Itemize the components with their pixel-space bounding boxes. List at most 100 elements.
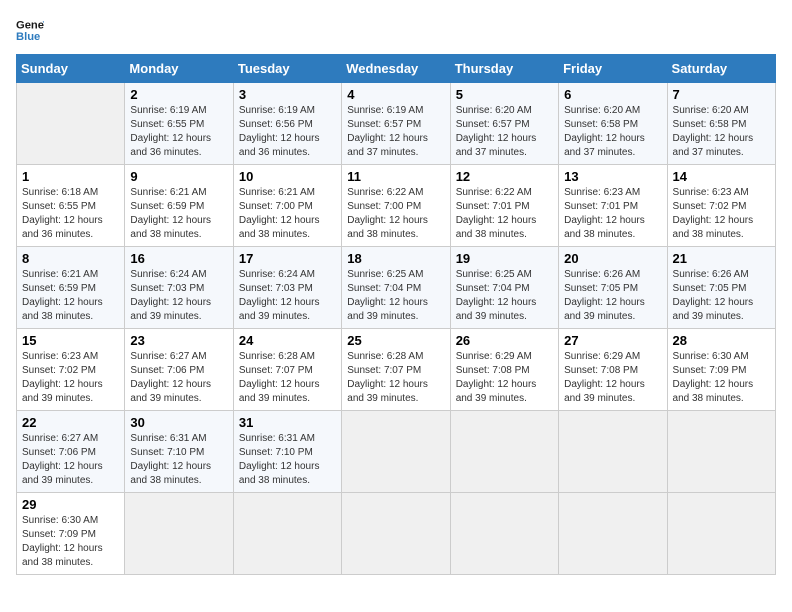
calendar-week-1: 2 Sunrise: 6:19 AM Sunset: 6:55 PM Dayli… bbox=[17, 83, 776, 165]
day-detail: Sunrise: 6:19 AM Sunset: 6:56 PM Dayligh… bbox=[239, 104, 336, 160]
day-number: 27 bbox=[564, 333, 661, 348]
calendar-cell-empty bbox=[342, 411, 450, 493]
calendar-cell-empty bbox=[667, 493, 775, 575]
day-detail: Sunrise: 6:19 AM Sunset: 6:57 PM Dayligh… bbox=[347, 104, 444, 160]
day-number: 22 bbox=[22, 415, 119, 430]
day-number: 15 bbox=[22, 333, 119, 348]
day-detail: Sunrise: 6:26 AM Sunset: 7:05 PM Dayligh… bbox=[564, 268, 661, 324]
logo-icon: General Blue bbox=[16, 16, 44, 44]
day-detail: Sunrise: 6:27 AM Sunset: 7:06 PM Dayligh… bbox=[22, 432, 119, 488]
day-number: 1 bbox=[22, 169, 119, 184]
day-detail: Sunrise: 6:21 AM Sunset: 7:00 PM Dayligh… bbox=[239, 186, 336, 242]
calendar-cell-day-6: 6 Sunrise: 6:20 AM Sunset: 6:58 PM Dayli… bbox=[559, 83, 667, 165]
calendar-cell-empty bbox=[342, 493, 450, 575]
calendar-cell-day-8: 8 Sunrise: 6:21 AM Sunset: 6:59 PM Dayli… bbox=[17, 247, 125, 329]
calendar-week-6: 29 Sunrise: 6:30 AM Sunset: 7:09 PM Dayl… bbox=[17, 493, 776, 575]
day-detail: Sunrise: 6:22 AM Sunset: 7:01 PM Dayligh… bbox=[456, 186, 553, 242]
svg-text:Blue: Blue bbox=[16, 31, 40, 43]
day-number: 4 bbox=[347, 87, 444, 102]
calendar-cell-day-21: 21 Sunrise: 6:26 AM Sunset: 7:05 PM Dayl… bbox=[667, 247, 775, 329]
calendar-cell-day-7: 7 Sunrise: 6:20 AM Sunset: 6:58 PM Dayli… bbox=[667, 83, 775, 165]
calendar-cell-day-30: 30 Sunrise: 6:31 AM Sunset: 7:10 PM Dayl… bbox=[125, 411, 233, 493]
calendar-cell-day-22: 22 Sunrise: 6:27 AM Sunset: 7:06 PM Dayl… bbox=[17, 411, 125, 493]
day-number: 5 bbox=[456, 87, 553, 102]
calendar-cell-day-16: 16 Sunrise: 6:24 AM Sunset: 7:03 PM Dayl… bbox=[125, 247, 233, 329]
day-detail: Sunrise: 6:26 AM Sunset: 7:05 PM Dayligh… bbox=[673, 268, 770, 324]
calendar-cell-day-23: 23 Sunrise: 6:27 AM Sunset: 7:06 PM Dayl… bbox=[125, 329, 233, 411]
calendar-cell-day-2: 2 Sunrise: 6:19 AM Sunset: 6:55 PM Dayli… bbox=[125, 83, 233, 165]
day-detail: Sunrise: 6:21 AM Sunset: 6:59 PM Dayligh… bbox=[22, 268, 119, 324]
calendar-cell-day-10: 10 Sunrise: 6:21 AM Sunset: 7:00 PM Dayl… bbox=[233, 165, 341, 247]
col-header-monday: Monday bbox=[125, 55, 233, 83]
calendar-cell-day-31: 31 Sunrise: 6:31 AM Sunset: 7:10 PM Dayl… bbox=[233, 411, 341, 493]
calendar-cell-day-24: 24 Sunrise: 6:28 AM Sunset: 7:07 PM Dayl… bbox=[233, 329, 341, 411]
day-detail: Sunrise: 6:19 AM Sunset: 6:55 PM Dayligh… bbox=[130, 104, 227, 160]
calendar-cell-day-18: 18 Sunrise: 6:25 AM Sunset: 7:04 PM Dayl… bbox=[342, 247, 450, 329]
day-number: 21 bbox=[673, 251, 770, 266]
calendar-table: SundayMondayTuesdayWednesdayThursdayFrid… bbox=[16, 54, 776, 575]
day-number: 14 bbox=[673, 169, 770, 184]
col-header-sunday: Sunday bbox=[17, 55, 125, 83]
day-detail: Sunrise: 6:28 AM Sunset: 7:07 PM Dayligh… bbox=[239, 350, 336, 406]
day-detail: Sunrise: 6:30 AM Sunset: 7:09 PM Dayligh… bbox=[673, 350, 770, 406]
day-number: 20 bbox=[564, 251, 661, 266]
day-number: 18 bbox=[347, 251, 444, 266]
col-header-thursday: Thursday bbox=[450, 55, 558, 83]
calendar-cell-day-12: 12 Sunrise: 6:22 AM Sunset: 7:01 PM Dayl… bbox=[450, 165, 558, 247]
calendar-cell-day-3: 3 Sunrise: 6:19 AM Sunset: 6:56 PM Dayli… bbox=[233, 83, 341, 165]
day-detail: Sunrise: 6:23 AM Sunset: 7:01 PM Dayligh… bbox=[564, 186, 661, 242]
day-number: 2 bbox=[130, 87, 227, 102]
calendar-cell-day-14: 14 Sunrise: 6:23 AM Sunset: 7:02 PM Dayl… bbox=[667, 165, 775, 247]
calendar-cell-day-13: 13 Sunrise: 6:23 AM Sunset: 7:01 PM Dayl… bbox=[559, 165, 667, 247]
calendar-cell-empty bbox=[17, 83, 125, 165]
day-detail: Sunrise: 6:18 AM Sunset: 6:55 PM Dayligh… bbox=[22, 186, 119, 242]
day-number: 30 bbox=[130, 415, 227, 430]
calendar-cell-empty bbox=[450, 411, 558, 493]
day-number: 26 bbox=[456, 333, 553, 348]
day-detail: Sunrise: 6:22 AM Sunset: 7:00 PM Dayligh… bbox=[347, 186, 444, 242]
day-detail: Sunrise: 6:28 AM Sunset: 7:07 PM Dayligh… bbox=[347, 350, 444, 406]
calendar-cell-empty bbox=[667, 411, 775, 493]
day-number: 3 bbox=[239, 87, 336, 102]
day-detail: Sunrise: 6:20 AM Sunset: 6:58 PM Dayligh… bbox=[564, 104, 661, 160]
calendar-week-3: 8 Sunrise: 6:21 AM Sunset: 6:59 PM Dayli… bbox=[17, 247, 776, 329]
calendar-cell-day-1: 1 Sunrise: 6:18 AM Sunset: 6:55 PM Dayli… bbox=[17, 165, 125, 247]
calendar-cell-day-5: 5 Sunrise: 6:20 AM Sunset: 6:57 PM Dayli… bbox=[450, 83, 558, 165]
day-detail: Sunrise: 6:21 AM Sunset: 6:59 PM Dayligh… bbox=[130, 186, 227, 242]
calendar-cell-day-28: 28 Sunrise: 6:30 AM Sunset: 7:09 PM Dayl… bbox=[667, 329, 775, 411]
day-number: 24 bbox=[239, 333, 336, 348]
day-detail: Sunrise: 6:25 AM Sunset: 7:04 PM Dayligh… bbox=[456, 268, 553, 324]
calendar-cell-day-19: 19 Sunrise: 6:25 AM Sunset: 7:04 PM Dayl… bbox=[450, 247, 558, 329]
day-detail: Sunrise: 6:20 AM Sunset: 6:58 PM Dayligh… bbox=[673, 104, 770, 160]
day-number: 12 bbox=[456, 169, 553, 184]
calendar-cell-empty bbox=[559, 411, 667, 493]
day-detail: Sunrise: 6:29 AM Sunset: 7:08 PM Dayligh… bbox=[456, 350, 553, 406]
day-detail: Sunrise: 6:31 AM Sunset: 7:10 PM Dayligh… bbox=[239, 432, 336, 488]
day-number: 6 bbox=[564, 87, 661, 102]
col-header-friday: Friday bbox=[559, 55, 667, 83]
calendar-cell-empty bbox=[559, 493, 667, 575]
calendar-cell-empty bbox=[125, 493, 233, 575]
calendar-header-row: SundayMondayTuesdayWednesdayThursdayFrid… bbox=[17, 55, 776, 83]
calendar-cell-day-9: 9 Sunrise: 6:21 AM Sunset: 6:59 PM Dayli… bbox=[125, 165, 233, 247]
calendar-cell-day-25: 25 Sunrise: 6:28 AM Sunset: 7:07 PM Dayl… bbox=[342, 329, 450, 411]
day-detail: Sunrise: 6:31 AM Sunset: 7:10 PM Dayligh… bbox=[130, 432, 227, 488]
day-number: 19 bbox=[456, 251, 553, 266]
calendar-week-4: 15 Sunrise: 6:23 AM Sunset: 7:02 PM Dayl… bbox=[17, 329, 776, 411]
day-detail: Sunrise: 6:29 AM Sunset: 7:08 PM Dayligh… bbox=[564, 350, 661, 406]
calendar-week-5: 22 Sunrise: 6:27 AM Sunset: 7:06 PM Dayl… bbox=[17, 411, 776, 493]
day-number: 10 bbox=[239, 169, 336, 184]
day-detail: Sunrise: 6:25 AM Sunset: 7:04 PM Dayligh… bbox=[347, 268, 444, 324]
day-number: 28 bbox=[673, 333, 770, 348]
day-detail: Sunrise: 6:24 AM Sunset: 7:03 PM Dayligh… bbox=[239, 268, 336, 324]
calendar-cell-day-15: 15 Sunrise: 6:23 AM Sunset: 7:02 PM Dayl… bbox=[17, 329, 125, 411]
day-detail: Sunrise: 6:24 AM Sunset: 7:03 PM Dayligh… bbox=[130, 268, 227, 324]
day-number: 16 bbox=[130, 251, 227, 266]
logo: General Blue bbox=[16, 16, 50, 44]
col-header-saturday: Saturday bbox=[667, 55, 775, 83]
day-number: 8 bbox=[22, 251, 119, 266]
col-header-tuesday: Tuesday bbox=[233, 55, 341, 83]
day-number: 31 bbox=[239, 415, 336, 430]
day-detail: Sunrise: 6:27 AM Sunset: 7:06 PM Dayligh… bbox=[130, 350, 227, 406]
calendar-cell-empty bbox=[233, 493, 341, 575]
